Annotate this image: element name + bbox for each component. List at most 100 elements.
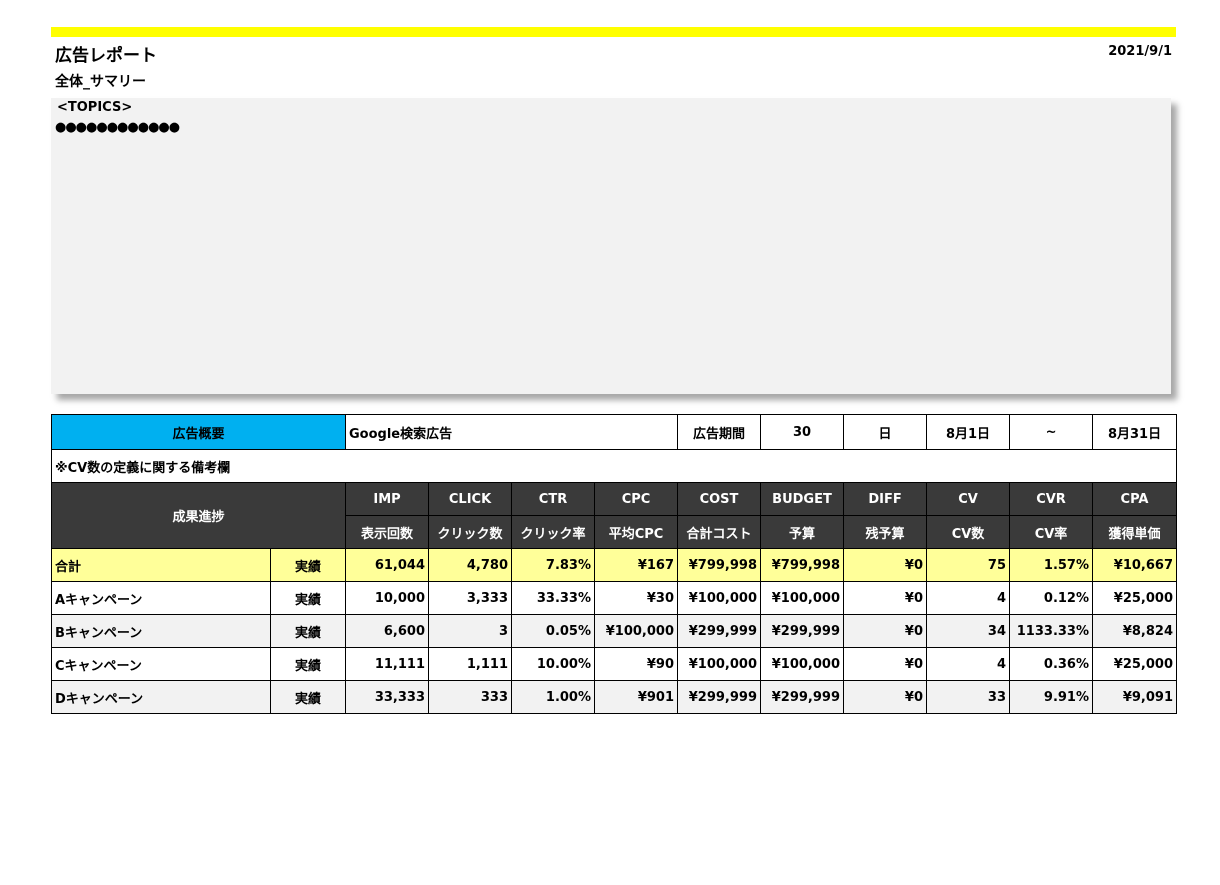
cell-cost: ¥100,000: [677, 647, 762, 681]
cell-diff: ¥0: [843, 548, 928, 582]
cell-cost: ¥299,999: [677, 680, 762, 714]
cell-click: 3: [428, 614, 513, 648]
report-date: 2021/9/1: [1108, 44, 1172, 59]
cell-imp: 61,044: [345, 548, 430, 582]
cv-definition-note: ※CV数の定義に関する備考欄: [50, 449, 1178, 483]
overview-period-label: 広告期間: [677, 414, 762, 450]
cell-cv: 33: [926, 680, 1011, 714]
cell-ctr: 1.00%: [511, 680, 596, 714]
cell-cv: 4: [926, 581, 1011, 615]
cell-cvr: 0.12%: [1009, 581, 1094, 615]
col-header-ja: 予算: [760, 515, 845, 549]
cell-ctr: 33.33%: [511, 581, 596, 615]
col-header-ja: CV数: [926, 515, 1011, 549]
overview-days-unit: 日: [843, 414, 928, 450]
cell-cpc: ¥30: [594, 581, 679, 615]
cell-cvr: 9.91%: [1009, 680, 1094, 714]
overview-label: 広告概要: [50, 414, 347, 450]
cell-cpc: ¥90: [594, 647, 679, 681]
row-name: 合計: [51, 548, 271, 582]
cell-cv: 34: [926, 614, 1011, 648]
row-kind: 実績: [269, 548, 347, 582]
cell-diff: ¥0: [843, 647, 928, 681]
cell-cost: ¥799,998: [677, 548, 762, 582]
cell-click: 1,111: [428, 647, 513, 681]
col-header-ja: 合計コスト: [677, 515, 762, 549]
cell-ctr: 0.05%: [511, 614, 596, 648]
row-name: Bキャンペーン: [51, 614, 271, 648]
cell-cvr: 1.57%: [1009, 548, 1094, 582]
col-header-en: CV: [926, 482, 1011, 516]
cell-cpa: ¥8,824: [1092, 614, 1178, 648]
col-header-ja: CV率: [1009, 515, 1094, 549]
table-row: Aキャンペーン 実績 10,000 3,333 33.33% ¥30 ¥100,…: [51, 581, 1178, 615]
cell-imp: 10,000: [345, 581, 430, 615]
table-row: Bキャンペーン 実績 6,600 3 0.05% ¥100,000 ¥299,9…: [51, 614, 1178, 648]
cell-diff: ¥0: [843, 581, 928, 615]
col-header-ja: 獲得単価: [1092, 515, 1178, 549]
table-row: Dキャンペーン 実績 33,333 333 1.00% ¥901 ¥299,99…: [51, 680, 1178, 714]
col-header-en: BUDGET: [760, 482, 845, 516]
cell-click: 4,780: [428, 548, 513, 582]
cell-imp: 6,600: [345, 614, 430, 648]
row-kind: 実績: [269, 614, 347, 648]
topics-label: <TOPICS>: [57, 100, 133, 115]
col-header-ja: 平均CPC: [594, 515, 679, 549]
row-kind: 実績: [269, 680, 347, 714]
col-header-en: CPC: [594, 482, 679, 516]
cell-cpa: ¥25,000: [1092, 581, 1178, 615]
report-subtitle: 全体_サマリー: [55, 74, 146, 90]
cell-budget: ¥299,999: [760, 614, 845, 648]
cell-cvr: 0.36%: [1009, 647, 1094, 681]
topics-body: ●●●●●●●●●●●●: [55, 120, 180, 135]
note-row: ※CV数の定義に関する備考欄: [50, 449, 1178, 483]
cell-ctr: 7.83%: [511, 548, 596, 582]
cell-cpa: ¥25,000: [1092, 647, 1178, 681]
overview-end-date: 8月31日: [1092, 414, 1178, 450]
cell-budget: ¥100,000: [760, 581, 845, 615]
report-table: 広告概要 Google検索広告 広告期間 30 日 8月1日 ~ 8月31日 ※…: [50, 414, 1178, 714]
cell-cpc: ¥100,000: [594, 614, 679, 648]
cell-cpa: ¥10,667: [1092, 548, 1178, 582]
col-header-en: DIFF: [843, 482, 928, 516]
col-header-en: CVR: [1009, 482, 1094, 516]
cell-diff: ¥0: [843, 680, 928, 714]
col-header-ja: 残予算: [843, 515, 928, 549]
row-name: Dキャンペーン: [51, 680, 271, 714]
row-kind: 実績: [269, 647, 347, 681]
progress-header: 成果進捗: [50, 482, 347, 549]
top-accent-bar: [51, 27, 1176, 37]
cell-budget: ¥299,999: [760, 680, 845, 714]
cell-diff: ¥0: [843, 614, 928, 648]
cell-cpa: ¥9,091: [1092, 680, 1178, 714]
overview-tilde: ~: [1009, 414, 1094, 450]
cell-cpc: ¥167: [594, 548, 679, 582]
overview-ad-type: Google検索広告: [345, 414, 679, 450]
table-row: Cキャンペーン 実績 11,111 1,111 10.00% ¥90 ¥100,…: [51, 647, 1178, 681]
cell-cost: ¥100,000: [677, 581, 762, 615]
cell-cost: ¥299,999: [677, 614, 762, 648]
row-name: Cキャンペーン: [51, 647, 271, 681]
col-header-ja: 表示回数: [345, 515, 430, 549]
col-header-en: COST: [677, 482, 762, 516]
cell-cvr: 1133.33%: [1009, 614, 1094, 648]
cell-cv: 4: [926, 647, 1011, 681]
cell-budget: ¥100,000: [760, 647, 845, 681]
cell-cpc: ¥901: [594, 680, 679, 714]
col-header-en: CLICK: [428, 482, 513, 516]
cell-ctr: 10.00%: [511, 647, 596, 681]
col-header-en: CTR: [511, 482, 596, 516]
topics-box: <TOPICS> ●●●●●●●●●●●●: [51, 98, 1171, 394]
col-header-ja: クリック率: [511, 515, 596, 549]
col-header-ja: クリック数: [428, 515, 513, 549]
cell-cv: 75: [926, 548, 1011, 582]
row-kind: 実績: [269, 581, 347, 615]
header-row-en: 成果進捗 IMP CLICK CTR CPC COST BUDGET DIFF …: [50, 482, 1178, 549]
cell-imp: 11,111: [345, 647, 430, 681]
col-header-en: IMP: [345, 482, 430, 516]
cell-click: 3,333: [428, 581, 513, 615]
row-name: Aキャンペーン: [51, 581, 271, 615]
overview-row: 広告概要 Google検索広告 広告期間 30 日 8月1日 ~ 8月31日: [50, 414, 1178, 450]
overview-days: 30: [760, 414, 845, 450]
col-header-en: CPA: [1092, 482, 1178, 516]
